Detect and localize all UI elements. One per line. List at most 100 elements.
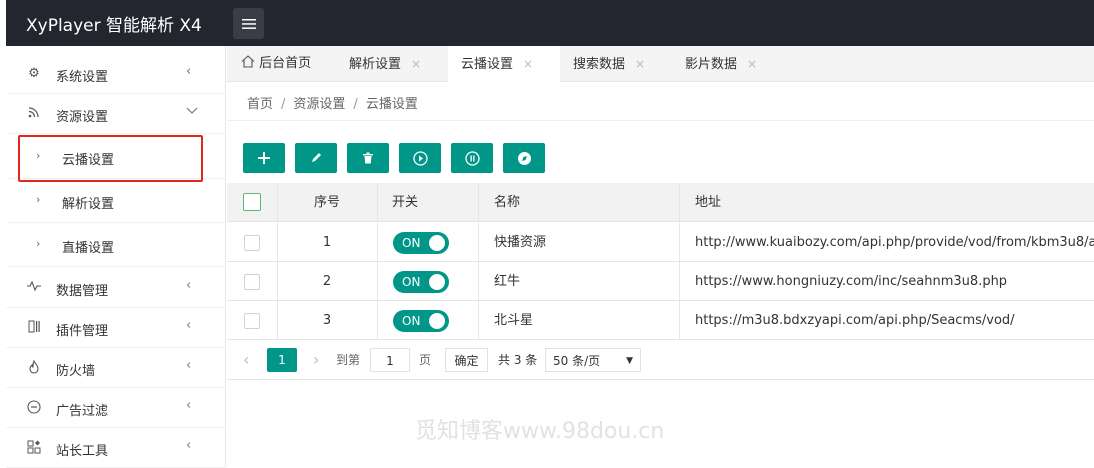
breadcrumb-item: 云播设置 (365, 97, 418, 112)
column-divider (679, 223, 680, 262)
close-icon[interactable]: × (635, 57, 645, 71)
home-icon (241, 55, 259, 71)
sidebar-subitem-label: 解析设置 (62, 197, 115, 212)
play-button[interactable] (399, 143, 441, 173)
sidebar-item-plugins[interactable]: 插件管理 ‹ (6, 308, 226, 348)
row-index: 2 (322, 274, 332, 289)
pulse-icon (26, 280, 42, 296)
sidebar-item-resources[interactable]: 资源设置 (6, 94, 226, 134)
row-index: 1 (322, 235, 332, 250)
compass-button[interactable] (503, 143, 545, 173)
pause-icon (464, 150, 480, 166)
caret-down-icon: ▼ (626, 356, 633, 366)
breadcrumb-item[interactable]: 资源设置 (293, 97, 345, 112)
column-divider (478, 262, 479, 301)
top-bar: XyPlayer 智能解析 X4 (6, 0, 1094, 46)
chevron-right-icon: › (36, 237, 41, 250)
sidebar-item-system[interactable]: ⚙ 系统设置 ‹ (6, 54, 226, 94)
row-name: 快播资源 (494, 235, 547, 250)
column-divider (377, 262, 378, 301)
divider (227, 120, 1094, 121)
hamburger-icon[interactable] (233, 8, 264, 39)
select-all-checkbox[interactable] (243, 193, 261, 211)
sidebar-subitem-parse[interactable]: › 解析设置 (6, 179, 226, 223)
gear-icon: ⚙ (28, 66, 40, 81)
switch-knob (429, 313, 445, 329)
header-switch: 开关 (392, 195, 419, 210)
sidebar-item-tools[interactable]: 站长工具 ‹ (6, 428, 226, 468)
tab-label: 后台首页 (259, 56, 312, 71)
sidebar-subitem-live[interactable]: › 直播设置 (6, 223, 226, 267)
tab-label: 影片数据 (685, 57, 738, 72)
row-index: 3 (322, 313, 332, 328)
switch-knob (429, 274, 445, 290)
switch-knob (429, 235, 445, 251)
sidebar-item-label: 广告过滤 (56, 404, 109, 419)
edit-icon (310, 152, 322, 164)
row-checkbox[interactable] (244, 235, 260, 251)
delete-icon (362, 152, 374, 164)
tab-home[interactable]: 后台首页 (241, 46, 337, 82)
watermark: 觅知博客www.98dou.cn (415, 419, 665, 444)
tab-label: 云播设置 (461, 57, 514, 72)
chevron-left-icon: ‹ (186, 64, 192, 79)
next-page-icon[interactable]: › (313, 348, 319, 372)
chevron-left-icon: ‹ (186, 438, 192, 453)
add-button[interactable] (243, 143, 285, 173)
column-divider (377, 223, 378, 262)
table-row: 2 ON 红牛 https://www.hongniuzy.com/inc/se… (227, 262, 1094, 301)
chevron-left-icon: ‹ (186, 318, 192, 333)
goto-confirm-button[interactable]: 确定 (445, 348, 488, 372)
column-divider (679, 301, 680, 340)
close-icon[interactable]: × (411, 57, 421, 71)
table-row: 1 ON 快播资源 http://www.kuaibozy.com/api.ph… (227, 223, 1094, 262)
close-icon[interactable]: × (523, 57, 533, 71)
sidebar-item-label: 插件管理 (56, 324, 109, 339)
pagination: ‹ 1 › 到第 1 页 确定 共 3 条 50 条/页 ▼ (227, 340, 1094, 380)
close-icon[interactable]: × (747, 57, 757, 71)
tab-cloud-play-settings[interactable]: 云播设置 × (448, 46, 560, 82)
tab-movie-data[interactable]: 影片数据 × (685, 46, 785, 82)
switch-label: ON (402, 314, 421, 328)
toggle-switch[interactable]: ON (393, 232, 449, 254)
toggle-switch[interactable]: ON (393, 271, 449, 293)
row-name: 北斗星 (494, 313, 534, 328)
header-name: 名称 (494, 195, 521, 210)
edit-button[interactable] (295, 143, 337, 173)
sidebar: ⚙ 系统设置 ‹ 资源设置 › 云播设置 › 解析设置 › 直播设置 数据管理 … (6, 46, 226, 468)
play-icon (412, 150, 428, 166)
column-divider (377, 183, 378, 222)
sidebar-item-label: 系统设置 (56, 70, 109, 85)
minus-circle-icon (26, 400, 42, 416)
chevron-left-icon: ‹ (186, 398, 192, 413)
breadcrumb-item[interactable]: 首页 (247, 97, 273, 112)
breadcrumb: 首页 / 资源设置 / 云播设置 (247, 93, 418, 112)
sidebar-item-label: 防火墙 (56, 364, 96, 379)
toggle-switch[interactable]: ON (393, 310, 449, 332)
pause-button[interactable] (451, 143, 493, 173)
table-row: 3 ON 北斗星 https://m3u8.bdxzyapi.com/api.p… (227, 301, 1094, 340)
per-page-select[interactable]: 50 条/页 ▼ (545, 348, 641, 372)
row-name: 红牛 (494, 274, 521, 289)
sidebar-item-firewall[interactable]: 防火墙 ‹ (6, 348, 226, 388)
highlight-box (18, 135, 203, 182)
tab-search-data[interactable]: 搜索数据 × (573, 46, 673, 82)
page-button-current[interactable]: 1 (267, 348, 297, 372)
prev-page-icon[interactable]: ‹ (243, 348, 249, 372)
row-checkbox[interactable] (244, 274, 260, 290)
delete-button[interactable] (347, 143, 389, 173)
row-url: http://www.kuaibozy.com/api.php/provide/… (695, 235, 1094, 250)
plugin-icon (26, 320, 42, 336)
fire-icon (26, 359, 42, 376)
goto-page-input[interactable]: 1 (370, 348, 410, 372)
breadcrumb-separator: / (353, 97, 358, 112)
sidebar-item-adfilter[interactable]: 广告过滤 ‹ (6, 388, 226, 428)
table-header-row: 序号 开关 名称 地址 (227, 183, 1094, 222)
tab-parse-settings[interactable]: 解析设置 × (349, 46, 449, 82)
column-divider (679, 262, 680, 301)
tab-bar: 后台首页 解析设置 × 云播设置 × 搜索数据 × 影片数据 × (227, 46, 1094, 82)
sidebar-item-data[interactable]: 数据管理 ‹ (6, 268, 226, 308)
compass-icon (517, 151, 532, 166)
row-checkbox[interactable] (244, 313, 260, 329)
rss-icon (26, 106, 42, 122)
